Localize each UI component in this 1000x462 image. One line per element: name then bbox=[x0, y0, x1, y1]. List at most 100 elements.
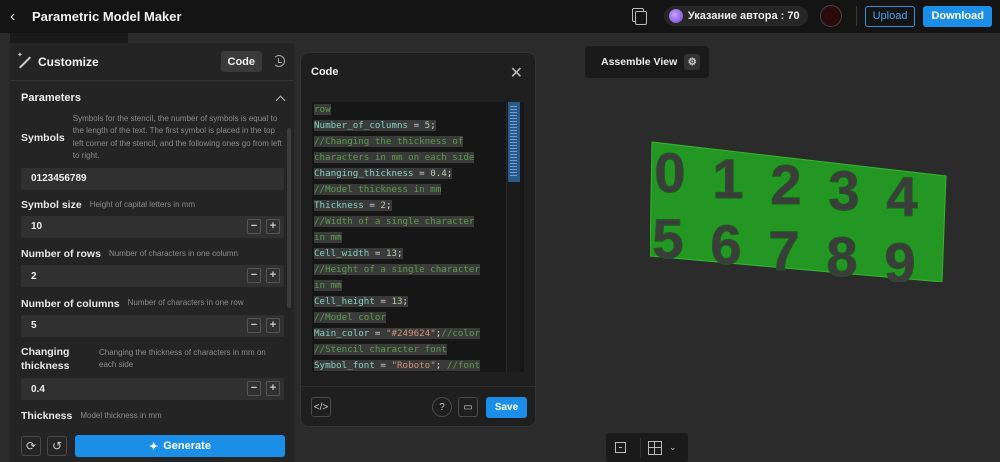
code-token: Thickness bbox=[314, 200, 364, 211]
decrement-button[interactable]: − bbox=[247, 268, 261, 284]
help-icon[interactable]: ? bbox=[432, 397, 452, 417]
stencil-digit: 2 bbox=[770, 153, 801, 216]
param-label: Symbol size bbox=[21, 198, 82, 211]
decrement-button[interactable]: − bbox=[247, 218, 261, 234]
code-token: = bbox=[363, 200, 381, 211]
code-minimap[interactable] bbox=[506, 102, 520, 372]
decrement-button[interactable]: − bbox=[247, 317, 261, 333]
history-icon[interactable] bbox=[273, 55, 285, 67]
download-button[interactable]: Download bbox=[923, 5, 992, 27]
code-line: in mm bbox=[314, 230, 504, 246]
param-description: Model thickness in mm bbox=[80, 411, 162, 421]
changing-thickness-value: 0.4 bbox=[31, 383, 45, 395]
decrement-button[interactable]: − bbox=[247, 381, 261, 397]
symbol-size-value: 10 bbox=[31, 221, 43, 233]
code-token: = bbox=[408, 120, 425, 131]
code-token: //Width of a single character bbox=[314, 216, 475, 227]
close-icon[interactable]: ✕ bbox=[510, 63, 523, 83]
code-token: ; bbox=[435, 360, 447, 371]
stencil-digit: 9 bbox=[884, 231, 915, 282]
generate-button[interactable]: ✦ Generate bbox=[75, 435, 285, 457]
view-tools: ⌄ bbox=[606, 433, 688, 462]
code-line: row bbox=[314, 102, 504, 118]
code-button[interactable]: Code bbox=[220, 51, 262, 72]
param-symbol-size: Symbol size Height of capital letters in… bbox=[10, 199, 294, 238]
chevron-up-icon[interactable] bbox=[275, 95, 286, 105]
number-of-columns-value: 5 bbox=[31, 320, 37, 332]
undo-icon[interactable]: ↺ bbox=[47, 436, 67, 456]
code-token: //font bbox=[446, 360, 481, 371]
stencil-digit: 4 bbox=[886, 165, 917, 228]
symbols-input[interactable]: 0123456789 bbox=[21, 167, 284, 190]
author-credit-badge[interactable]: Указание автора : 70 bbox=[663, 6, 808, 26]
code-token: //Model thickness in mm bbox=[314, 184, 442, 195]
frame-icon[interactable] bbox=[606, 433, 634, 462]
code-line: Changing_thickness = 0.4; bbox=[314, 166, 504, 182]
panel-scrollbar[interactable] bbox=[287, 128, 291, 308]
refresh-icon[interactable]: ⟳ bbox=[21, 436, 41, 456]
quantity-stepper: − + bbox=[247, 218, 280, 234]
customize-title: Customize bbox=[38, 54, 99, 69]
code-line: Main_color = "#249624";//color bbox=[314, 326, 504, 342]
increment-button[interactable]: + bbox=[266, 268, 280, 284]
divider bbox=[640, 437, 641, 458]
panel-tab-indicator bbox=[10, 33, 128, 43]
code-line: //Width of a single character bbox=[314, 214, 504, 230]
parameters-title: Parameters bbox=[21, 92, 81, 104]
code-editor[interactable]: row Number_of_columns = 5; //Changing the … bbox=[312, 102, 524, 372]
code-token: 13 bbox=[391, 296, 403, 307]
stencil-model-preview[interactable]: 0 1 2 3 4 5 6 7 8 9 bbox=[650, 136, 948, 282]
grid-icon[interactable] bbox=[645, 433, 665, 462]
back-arrow-icon[interactable]: ‹ bbox=[10, 8, 30, 26]
increment-button[interactable]: + bbox=[266, 218, 280, 234]
number-of-columns-input[interactable]: 5 − + bbox=[21, 314, 284, 337]
upload-button[interactable]: Upload bbox=[864, 5, 916, 27]
code-token: in mm bbox=[314, 232, 342, 243]
gear-icon[interactable]: ⚙ bbox=[684, 54, 701, 70]
param-label: Number of rows bbox=[21, 248, 101, 261]
generate-label: Generate bbox=[163, 440, 211, 452]
chevron-down-icon[interactable]: ⌄ bbox=[669, 442, 677, 453]
code-token: = bbox=[369, 248, 386, 259]
quantity-stepper: − + bbox=[247, 317, 280, 333]
code-token: Main_color bbox=[314, 328, 370, 339]
code-token: 0.4 bbox=[430, 168, 447, 179]
parameters-section-header[interactable]: Parameters bbox=[10, 81, 294, 115]
code-token: Cell_width bbox=[314, 248, 370, 259]
code-line: Thickness = 2; bbox=[314, 198, 504, 214]
assemble-view-button[interactable]: Assemble View ⚙ bbox=[585, 46, 709, 78]
code-line: //Stencil character font bbox=[314, 342, 504, 358]
customize-header: Customize Code bbox=[10, 43, 294, 81]
code-lines: row Number_of_columns = 5; //Changing the … bbox=[314, 102, 504, 372]
code-token: ; bbox=[402, 296, 409, 307]
magic-wand-icon bbox=[17, 51, 32, 69]
param-description: Symbols for the stencil, the number of s… bbox=[72, 114, 282, 161]
stencil-digit: 8 bbox=[826, 225, 857, 282]
param-number-of-rows: Number of rows Number of characters in o… bbox=[10, 248, 294, 288]
quantity-stepper: − + bbox=[247, 268, 280, 284]
changing-thickness-input[interactable]: 0.4 − + bbox=[21, 378, 284, 401]
param-symbols: Symbols Symbols for the stencil, the num… bbox=[10, 113, 294, 190]
code-line: in mm bbox=[314, 278, 504, 294]
param-changing-thickness: Changing thickness Changing the thicknes… bbox=[10, 345, 294, 401]
code-modal: Code ✕ row Number_of_columns = 5; //Changi… bbox=[300, 52, 537, 427]
symbol-size-input[interactable]: 10 − + bbox=[21, 215, 284, 238]
assemble-view-label: Assemble View bbox=[601, 56, 678, 68]
code-brackets-icon[interactable]: </> bbox=[311, 397, 331, 417]
code-token: Number_of_columns bbox=[314, 120, 409, 131]
param-label: Changing thickness bbox=[21, 345, 70, 372]
save-button[interactable]: Save bbox=[486, 397, 527, 418]
increment-button[interactable]: + bbox=[266, 381, 280, 397]
stencil-digit: 1 bbox=[712, 147, 743, 210]
increment-button[interactable]: + bbox=[266, 317, 280, 333]
avatar[interactable] bbox=[819, 5, 842, 27]
copy-icon[interactable] bbox=[630, 8, 647, 25]
panel-bottom-bar: ⟳ ↺ ✦ Generate bbox=[10, 430, 294, 462]
code-token: ; bbox=[446, 168, 453, 179]
console-icon[interactable]: ▭ bbox=[458, 397, 478, 417]
minimap-viewport[interactable] bbox=[508, 102, 520, 182]
code-token: = bbox=[374, 296, 392, 307]
stencil-digit: 0 bbox=[654, 141, 685, 204]
number-of-rows-input[interactable]: 2 − + bbox=[21, 265, 284, 288]
code-token: ; bbox=[397, 248, 403, 259]
